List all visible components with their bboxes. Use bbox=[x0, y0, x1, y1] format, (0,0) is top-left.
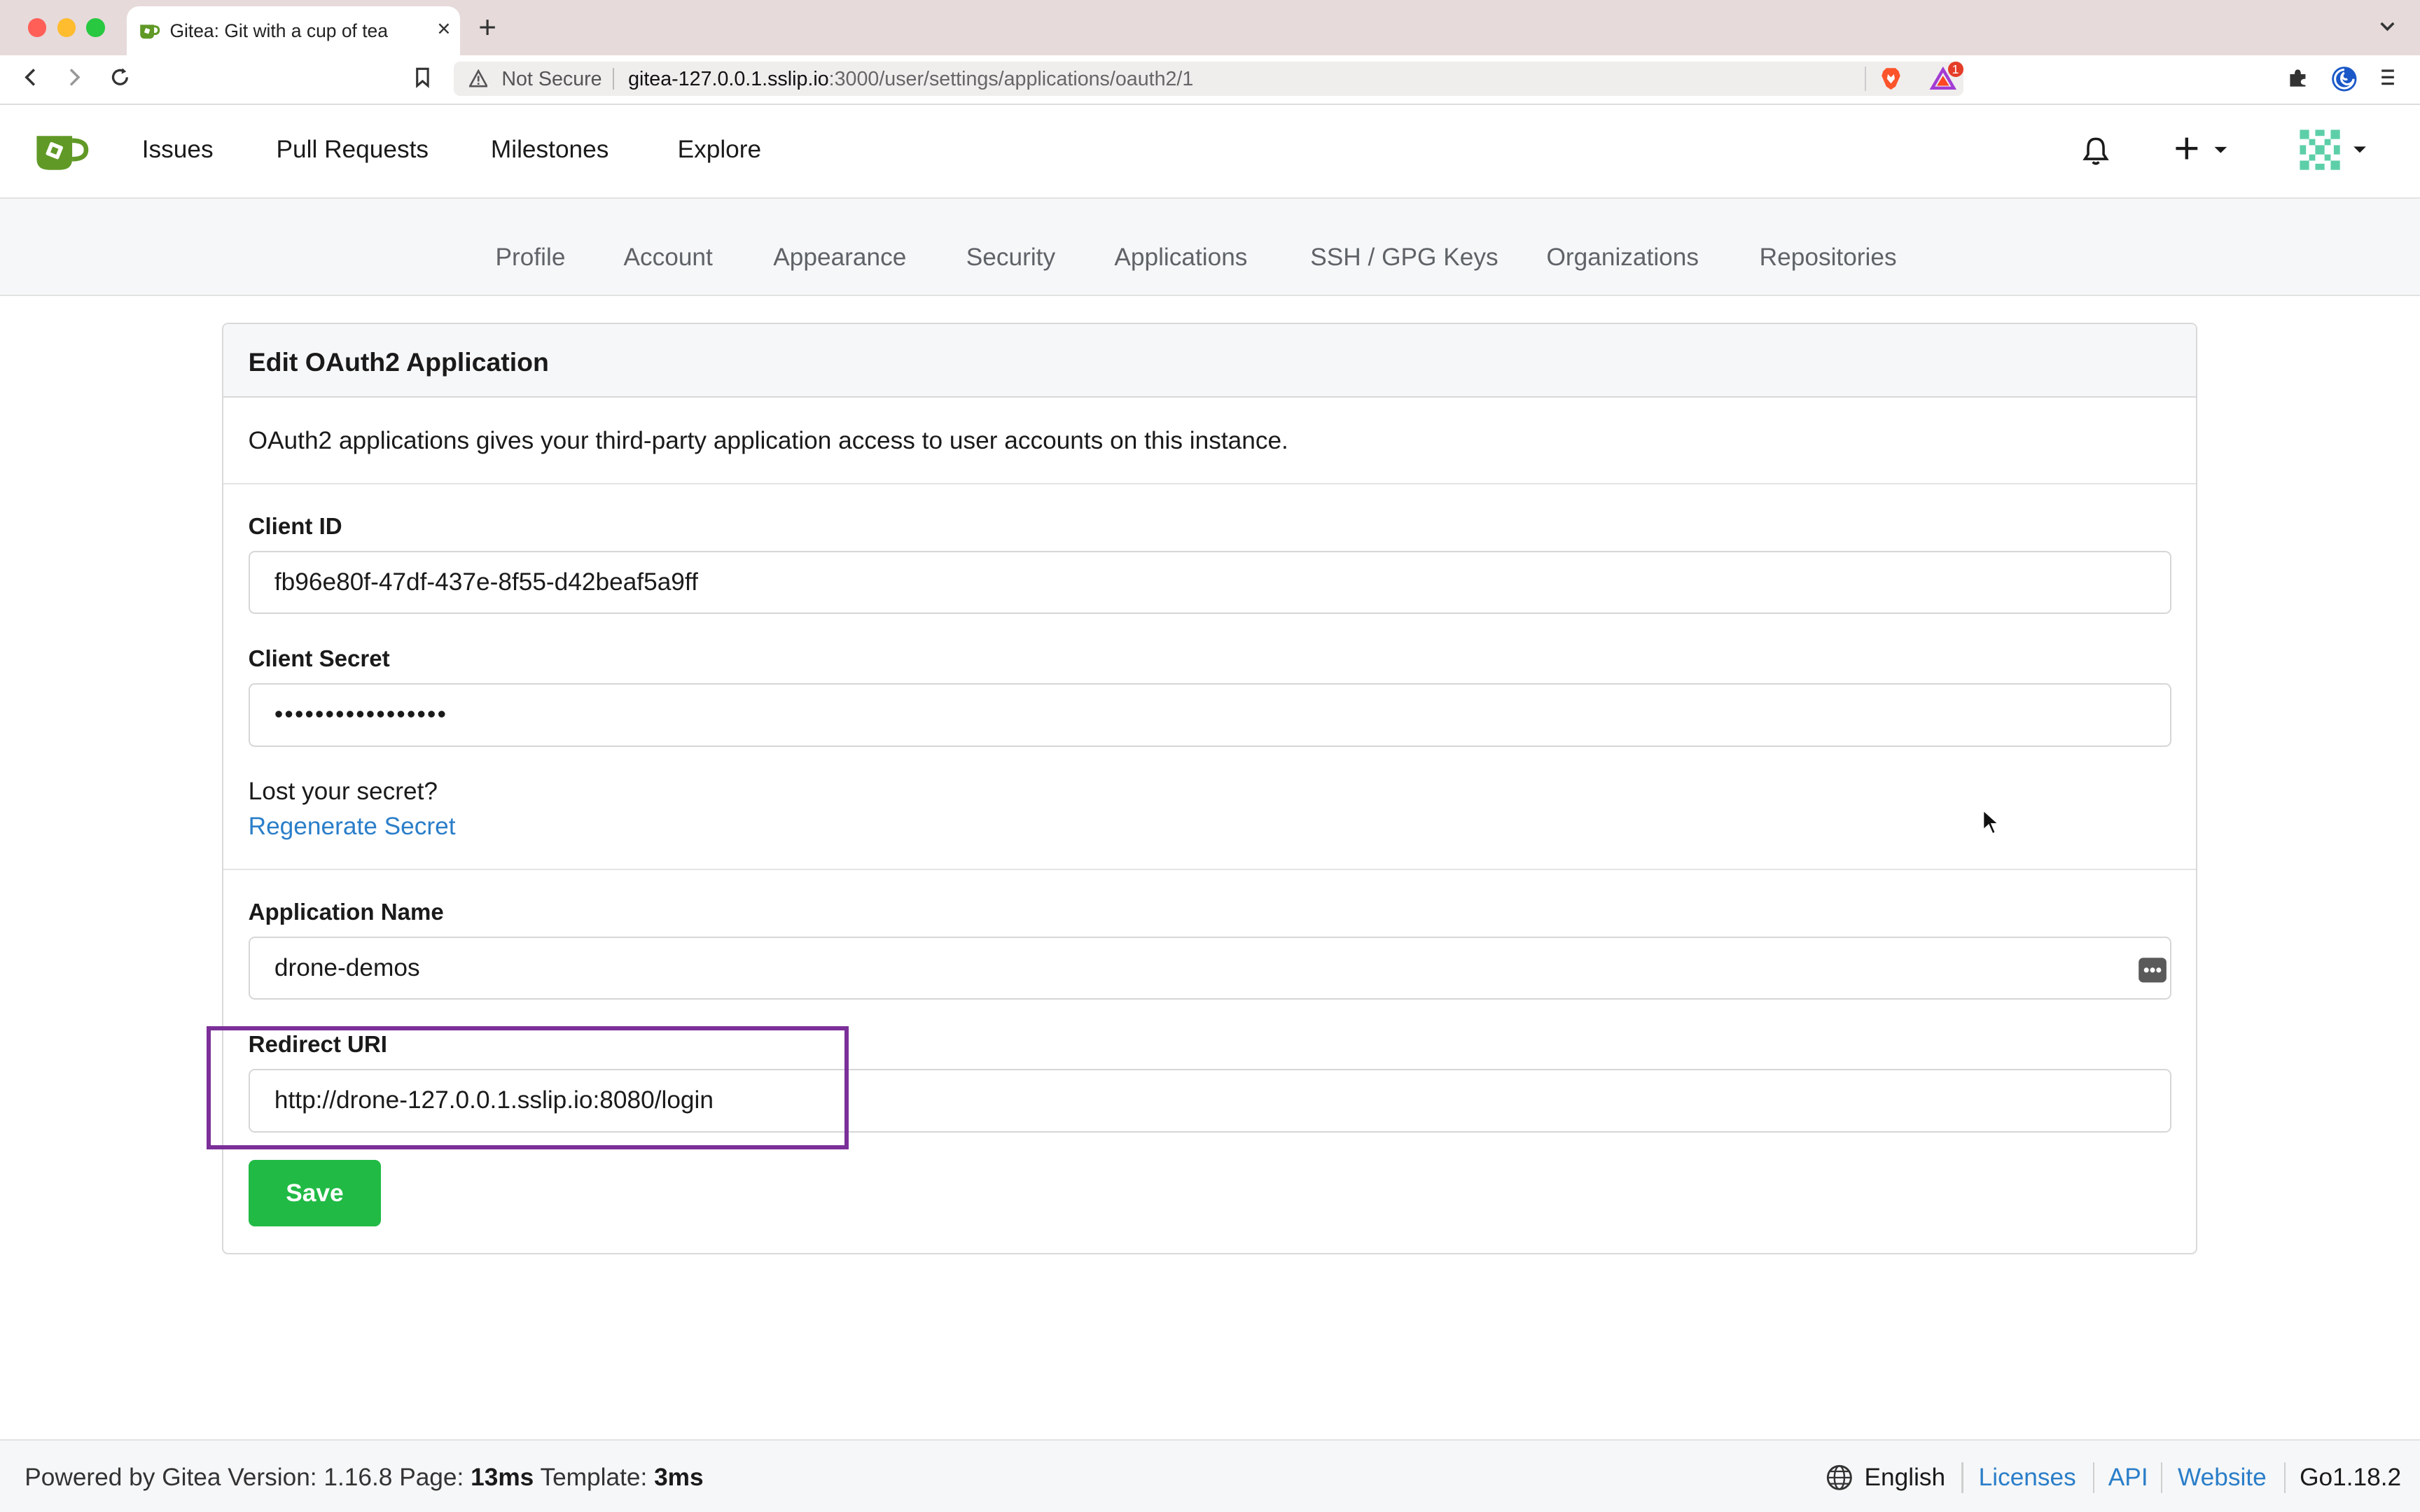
tab-close-icon[interactable]: × bbox=[437, 17, 450, 41]
save-button[interactable]: Save bbox=[248, 1160, 382, 1227]
tab-organizations[interactable]: Organizations bbox=[1547, 244, 1699, 272]
warning-triangle-icon bbox=[469, 69, 488, 88]
language-selector[interactable]: English bbox=[1865, 1464, 1946, 1492]
lost-secret-text: Lost your secret? bbox=[248, 777, 438, 805]
footer-separator bbox=[2092, 1462, 2094, 1494]
url-separator bbox=[613, 67, 615, 90]
application-name-label: Application Name bbox=[248, 899, 444, 925]
client-secret-field[interactable] bbox=[248, 683, 2171, 747]
application-name-field[interactable] bbox=[248, 936, 2171, 1000]
url-path: :3000/user/settings/applications/oauth2/… bbox=[828, 67, 1194, 90]
template-label: Template: bbox=[540, 1464, 648, 1492]
tab-account[interactable]: Account bbox=[623, 244, 712, 272]
brave-shields-icon[interactable] bbox=[1880, 66, 1902, 91]
url-host: gitea-127.0.0.1.sslip.io bbox=[628, 67, 829, 90]
not-secure-label[interactable]: Not Secure bbox=[501, 68, 601, 91]
go-version: Go1.18.2 bbox=[2300, 1464, 2402, 1492]
page-title: Edit OAuth2 Application bbox=[248, 346, 549, 377]
client-secret-label: Client Secret bbox=[248, 646, 390, 673]
rewards-badge: 1 bbox=[1947, 62, 1963, 78]
browser-menu-icon[interactable] bbox=[2380, 66, 2395, 88]
address-bar[interactable]: Not Secure gitea-127.0.0.1.sslip.io:3000… bbox=[454, 62, 1963, 96]
oauth2-edit-card: Edit OAuth2 Application OAuth2 applicati… bbox=[222, 322, 2198, 1254]
password-manager-icon[interactable] bbox=[2137, 956, 2168, 984]
api-link[interactable]: API bbox=[2108, 1464, 2148, 1492]
extensions-puzzle-icon[interactable] bbox=[2287, 66, 2309, 88]
template-time: 3ms bbox=[654, 1464, 704, 1492]
divider bbox=[223, 482, 2197, 484]
redirect-uri-label: Redirect URI bbox=[248, 1032, 387, 1058]
url-divider bbox=[1864, 66, 1866, 92]
bookmark-icon[interactable] bbox=[412, 66, 433, 88]
tab-title: Gitea: Git with a cup of tea bbox=[169, 20, 388, 41]
gitea-logo-icon[interactable] bbox=[34, 127, 89, 173]
client-id-field[interactable] bbox=[248, 550, 2171, 615]
gitea-favicon-icon bbox=[140, 24, 160, 39]
close-window-button[interactable] bbox=[27, 18, 47, 37]
tab-repositories[interactable]: Repositories bbox=[1760, 244, 1897, 272]
nav-explore[interactable]: Explore bbox=[678, 136, 762, 164]
card-header: Edit OAuth2 Application bbox=[223, 323, 2197, 398]
footer: Powered by Gitea Version: 1.16.8 Page: 1… bbox=[0, 1439, 2420, 1512]
licenses-link[interactable]: Licenses bbox=[1979, 1464, 2076, 1492]
new-tab-button[interactable]: + bbox=[478, 12, 496, 43]
tab-profile[interactable]: Profile bbox=[496, 244, 566, 272]
oauth2-description: OAuth2 applications gives your third-par… bbox=[248, 427, 1288, 455]
browser-tab-active[interactable]: Gitea: Git with a cup of tea × bbox=[126, 6, 460, 56]
forward-arrow-icon[interactable] bbox=[63, 66, 85, 88]
page-time: 13ms bbox=[471, 1464, 534, 1492]
profile-extension-icon[interactable] bbox=[2330, 65, 2358, 93]
settings-menu: Profile Account Appearance Security Appl… bbox=[0, 199, 2420, 296]
chevron-down-icon[interactable] bbox=[2377, 15, 2398, 37]
footer-separator bbox=[2284, 1462, 2286, 1494]
footer-version-info: Powered by Gitea Version: 1.16.8 Page: 1… bbox=[25, 1464, 703, 1492]
nav-pull-requests[interactable]: Pull Requests bbox=[277, 136, 429, 164]
back-arrow-icon[interactable] bbox=[20, 66, 42, 88]
redirect-uri-field[interactable] bbox=[248, 1069, 2171, 1133]
zoom-window-button[interactable] bbox=[86, 18, 105, 37]
reload-icon[interactable] bbox=[109, 66, 131, 88]
tab-ssh-gpg-keys[interactable]: SSH / GPG Keys bbox=[1310, 244, 1498, 272]
browser-tab-bar: Gitea: Git with a cup of tea × + bbox=[0, 0, 2420, 56]
create-new-plus-icon[interactable] bbox=[2173, 133, 2234, 167]
mouse-cursor-icon bbox=[1982, 808, 2001, 835]
url-text[interactable]: gitea-127.0.0.1.sslip.io:3000/user/setti… bbox=[628, 68, 1193, 91]
gitea-navbar: Issues Pull Requests Milestones Explore bbox=[0, 104, 2420, 200]
minimize-window-button[interactable] bbox=[57, 18, 76, 37]
footer-separator bbox=[1961, 1462, 1963, 1494]
chevron-down-icon[interactable] bbox=[2352, 144, 2367, 156]
nav-milestones[interactable]: Milestones bbox=[491, 136, 609, 164]
website-link[interactable]: Website bbox=[2178, 1464, 2267, 1492]
client-id-label: Client ID bbox=[248, 513, 342, 540]
notification-bell-icon[interactable] bbox=[2080, 136, 2111, 167]
nav-issues[interactable]: Issues bbox=[142, 136, 214, 164]
regenerate-secret-link[interactable]: Regenerate Secret bbox=[249, 813, 456, 841]
tab-appearance[interactable]: Appearance bbox=[773, 244, 906, 272]
footer-separator bbox=[2160, 1462, 2162, 1494]
avatar[interactable] bbox=[2296, 126, 2343, 173]
divider bbox=[223, 868, 2197, 870]
globe-icon bbox=[1827, 1465, 1853, 1491]
tab-applications[interactable]: Applications bbox=[1114, 244, 1247, 272]
powered-by-text: Powered by Gitea Version: 1.16.8 Page: bbox=[25, 1464, 464, 1492]
tab-security[interactable]: Security bbox=[966, 244, 1055, 272]
